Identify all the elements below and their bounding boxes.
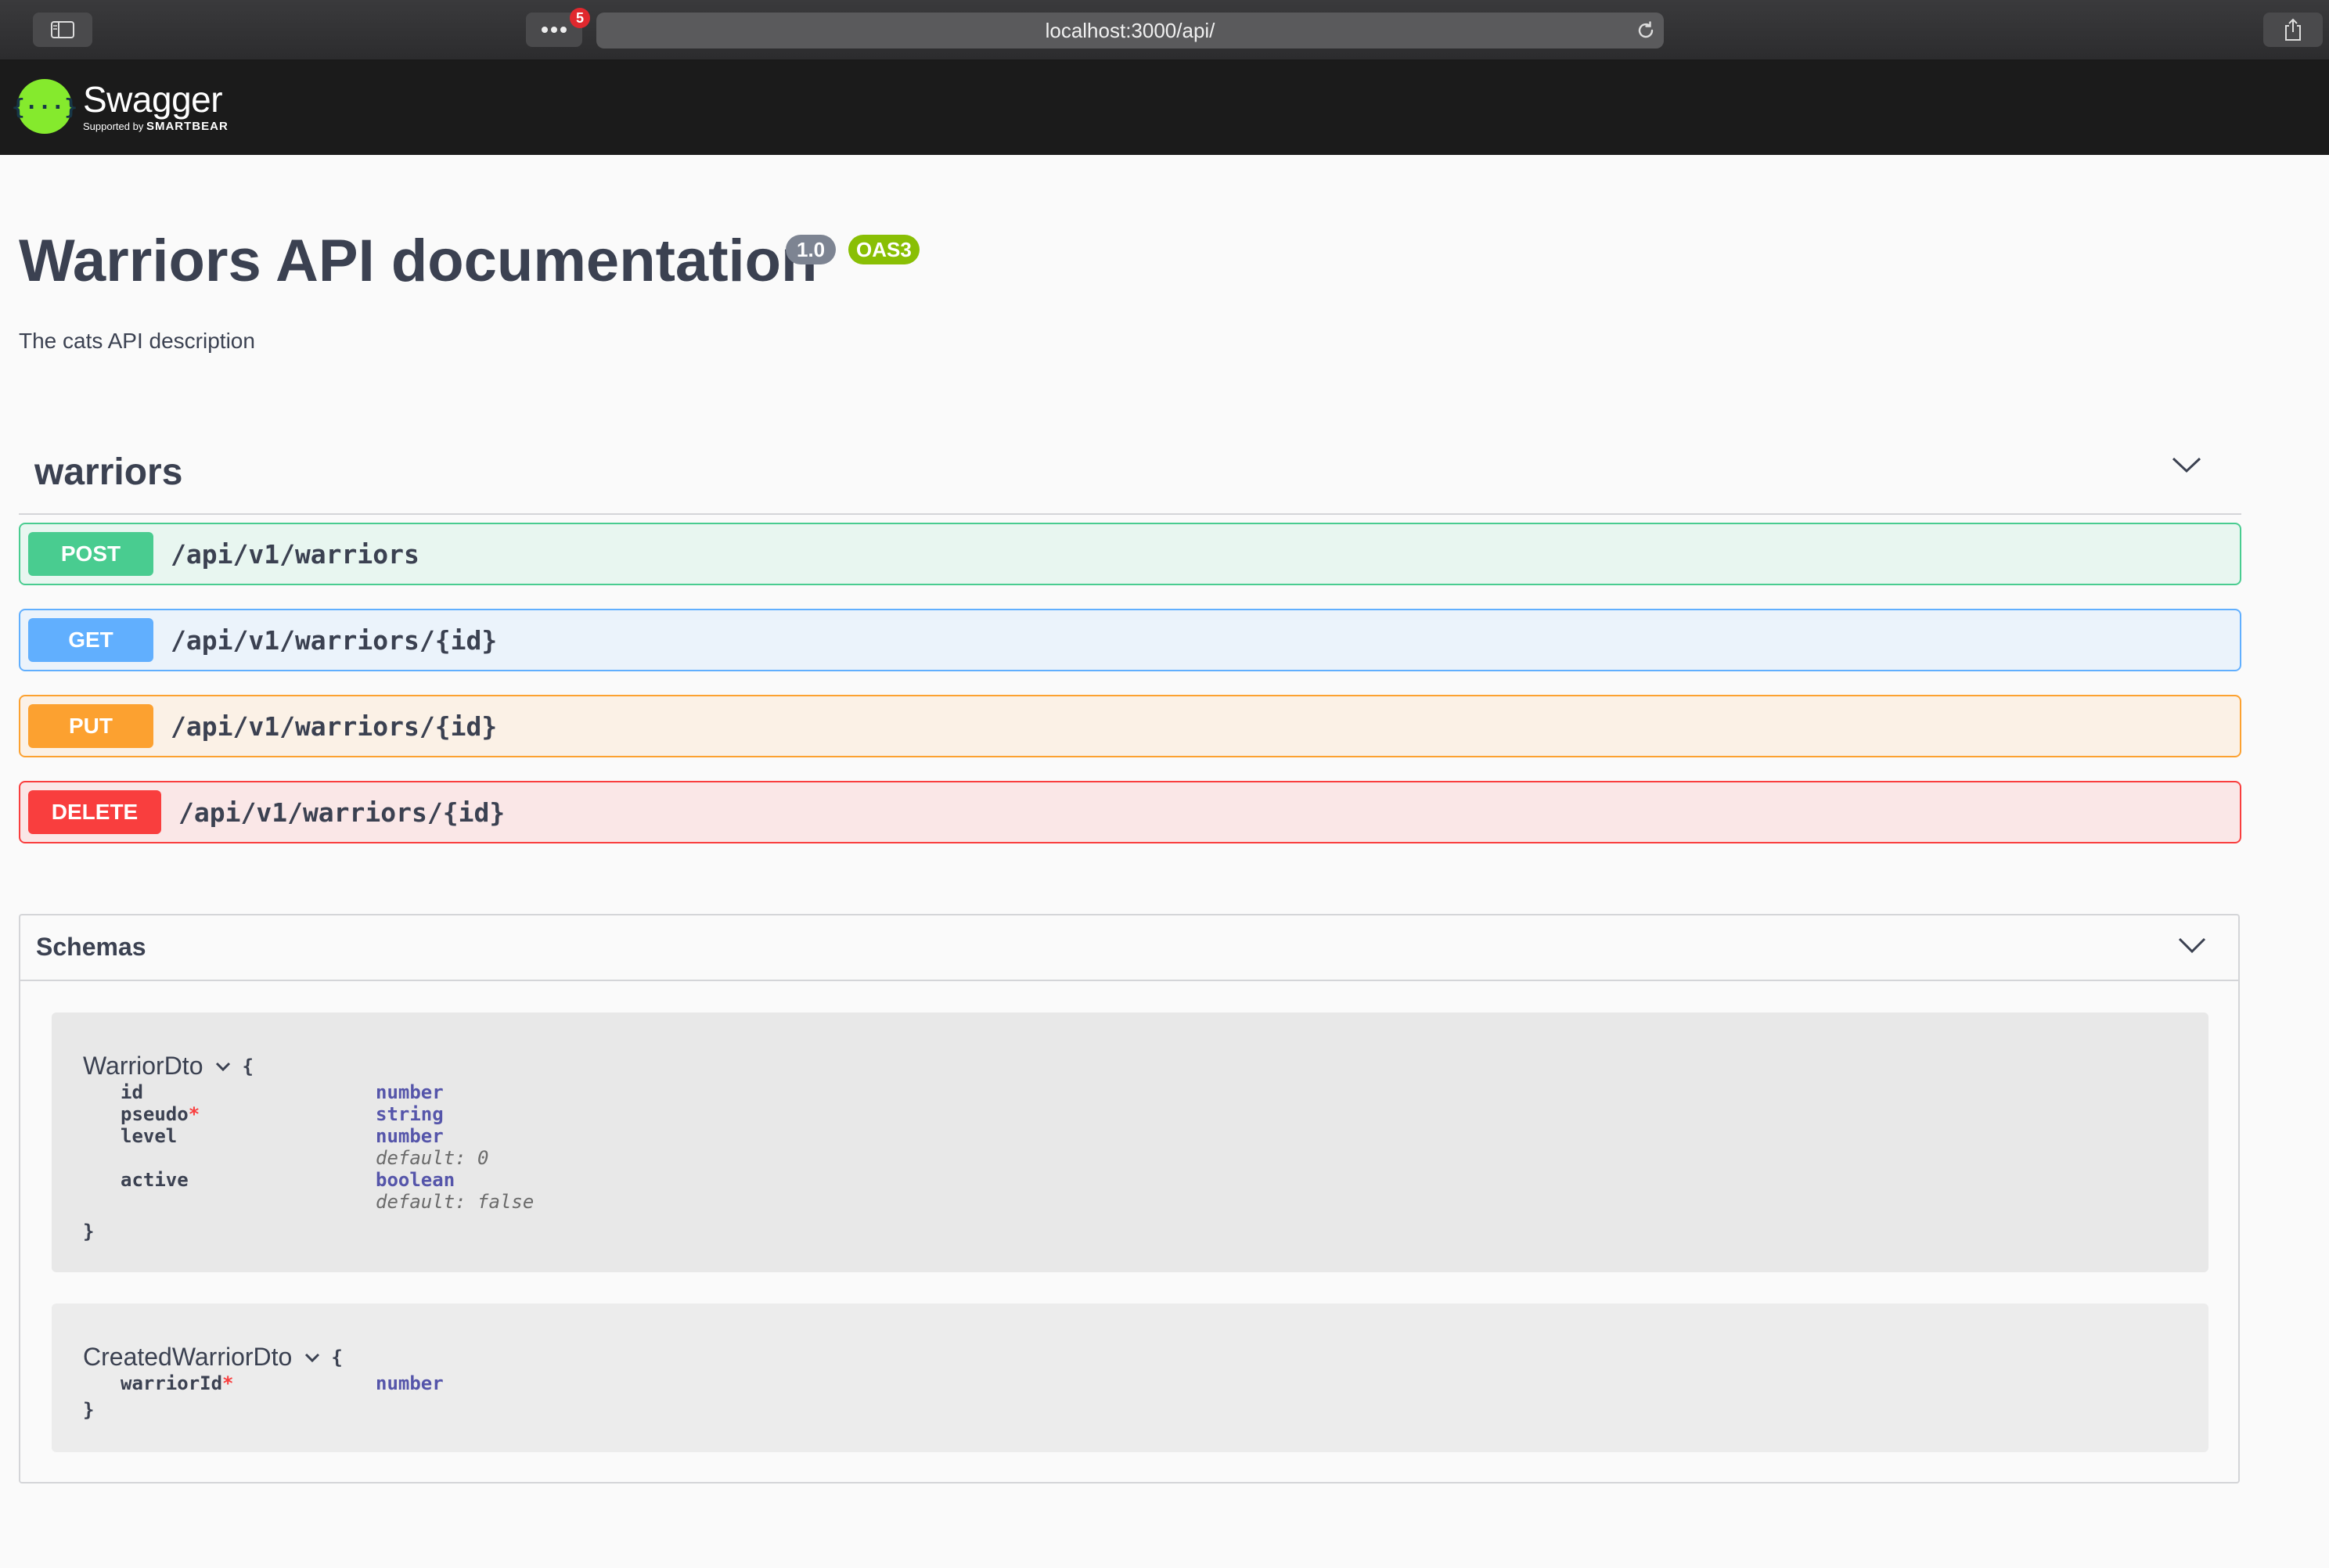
spec-badge: OAS3 — [848, 235, 920, 264]
property-default: default: false — [376, 1191, 535, 1213]
open-brace: { — [242, 1055, 254, 1077]
sidebar-icon — [51, 21, 74, 38]
page-title: Warriors API documentation — [19, 228, 818, 294]
method-badge-get: GET — [28, 618, 153, 662]
api-description: The cats API description — [19, 329, 255, 353]
extensions-badge: 5 — [570, 8, 590, 28]
property-default: default: 0 — [376, 1147, 489, 1169]
method-badge-delete: DELETE — [28, 790, 161, 834]
operation-path: /api/v1/warriors — [171, 538, 419, 570]
chevron-down-icon[interactable] — [304, 1352, 320, 1363]
required-marker: * — [222, 1372, 234, 1394]
swagger-logo-name: Swagger — [83, 78, 223, 120]
close-brace: } — [83, 1221, 95, 1243]
method-badge-post: POST — [28, 532, 153, 576]
operation-post-warriors[interactable]: POST /api/v1/warriors — [19, 523, 2241, 585]
operation-get-warrior[interactable]: GET /api/v1/warriors/{id} — [19, 609, 2241, 671]
close-brace: } — [83, 1399, 95, 1421]
model-title[interactable]: WarriorDto { — [83, 1052, 254, 1081]
operation-path: /api/v1/warriors/{id} — [171, 624, 498, 656]
swagger-logo-icon: {···} — [12, 79, 77, 134]
property-type: number — [376, 1125, 444, 1147]
required-marker: * — [188, 1103, 200, 1125]
property-name-id: id — [121, 1081, 143, 1103]
chevron-down-icon[interactable] — [215, 1061, 231, 1072]
reload-icon — [1638, 21, 1654, 38]
model-name: CreatedWarriorDto — [83, 1343, 293, 1371]
operation-put-warrior[interactable]: PUT /api/v1/warriors/{id} — [19, 695, 2241, 757]
property-type: boolean — [376, 1169, 455, 1191]
version-badge: 1.0 — [786, 235, 837, 264]
swagger-topbar: {···} Swagger Supported by SMARTBEAR — [0, 61, 2329, 155]
model-warriordto: WarriorDto { id number pseudo* string le… — [52, 1012, 2208, 1272]
operation-path: /api/v1/warriors/{id} — [178, 797, 506, 828]
address-bar[interactable]: localhost:3000/api/ — [596, 13, 1664, 49]
chevron-down-icon[interactable] — [2177, 936, 2207, 958]
property-type: number — [376, 1081, 444, 1103]
browser-toolbar: 5 localhost:3000/api/ — [0, 0, 2329, 61]
tag-name: warriors — [34, 451, 183, 493]
model-createdwarriordto: CreatedWarriorDto { warriorId* number } — [52, 1304, 2208, 1452]
open-brace: { — [331, 1346, 343, 1368]
model-title[interactable]: CreatedWarriorDto { — [83, 1343, 343, 1372]
operation-delete-warrior[interactable]: DELETE /api/v1/warriors/{id} — [19, 781, 2241, 843]
swagger-logo[interactable]: {···} Swagger Supported by SMARTBEAR — [12, 75, 229, 138]
property-type: string — [376, 1103, 444, 1125]
model-name: WarriorDto — [83, 1052, 203, 1080]
property-name-active: active — [121, 1169, 189, 1191]
tagline-brand: SMARTBEAR — [146, 119, 229, 133]
method-badge-put: PUT — [28, 704, 153, 748]
more-dots-icon — [542, 27, 567, 33]
reload-button[interactable] — [1634, 19, 1658, 42]
chevron-down-icon[interactable] — [2171, 455, 2202, 478]
schemas-header[interactable]: Schemas — [20, 915, 2238, 981]
schemas-section: Schemas WarriorDto { id number pseudo* s… — [19, 914, 2240, 1483]
operation-path: /api/v1/warriors/{id} — [171, 710, 498, 742]
schemas-title: Schemas — [36, 933, 146, 961]
property-type: number — [376, 1372, 444, 1394]
property-name-level: level — [121, 1125, 178, 1147]
share-icon — [2285, 18, 2301, 41]
tagline-prefix: Supported by — [83, 120, 144, 132]
tag-header-warriors[interactable]: warriors — [19, 432, 2241, 515]
share-button[interactable] — [2263, 13, 2323, 47]
swagger-logo-tagline: Supported by SMARTBEAR — [83, 120, 229, 133]
sidebar-toggle-button[interactable] — [33, 13, 92, 47]
property-name-pseudo: pseudo* — [121, 1103, 200, 1125]
property-name-warriorid: warriorId* — [121, 1372, 234, 1394]
